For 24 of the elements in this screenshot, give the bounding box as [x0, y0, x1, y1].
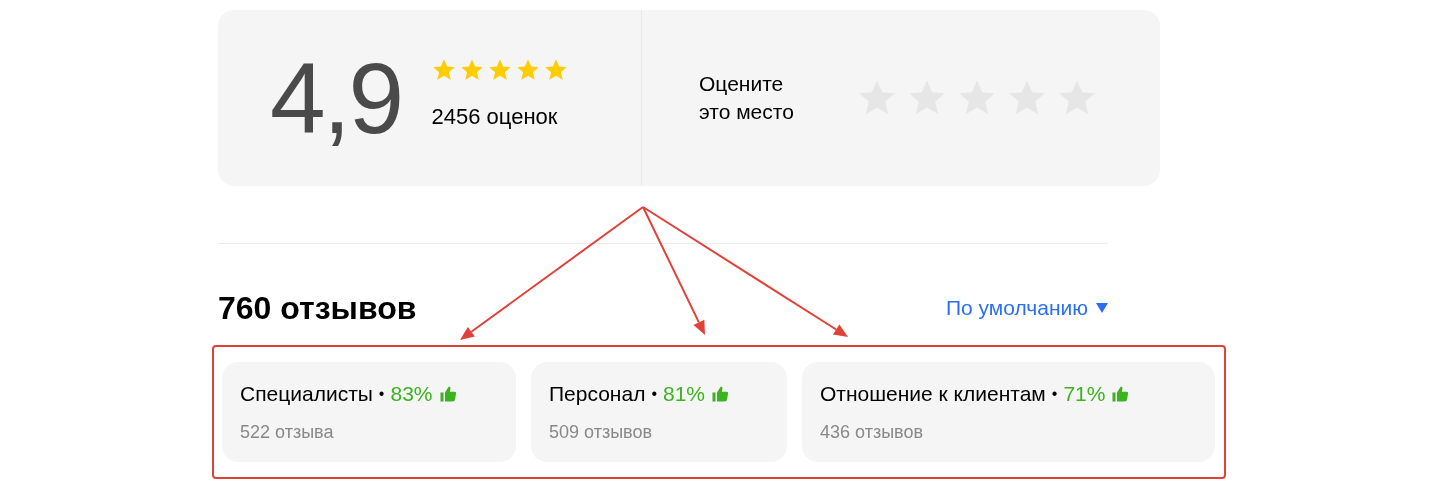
reviews-title: 760 отзывов: [218, 289, 417, 328]
thumbs-up-icon: [711, 384, 730, 403]
rate-prompt: Оцените это место: [699, 71, 795, 125]
aspect-chip[interactable]: Отношение к клиентам • 71% 436 отзывов: [802, 362, 1215, 462]
thumbs-up-icon: [1111, 384, 1130, 403]
separator-dot: •: [651, 383, 657, 404]
aspect-percent: 71%: [1063, 380, 1106, 407]
aspect-review-count: 509 отзывов: [549, 421, 654, 445]
rating-count: 2456 оценок: [431, 102, 559, 131]
aspect-name: Отношение к клиентам: [820, 380, 1046, 407]
caret-icon: [1096, 303, 1108, 313]
aspect-name: Специалисты: [240, 380, 373, 407]
aspect-chip[interactable]: Специалисты • 83% 522 отзыва: [222, 362, 516, 462]
aspect-review-count: 436 отзывов: [820, 421, 925, 445]
thumbs-up-icon: [438, 384, 457, 403]
aspect-name: Персонал: [549, 380, 646, 407]
aspect-chip[interactable]: Персонал • 81% 509 отзывов: [531, 362, 787, 462]
aspect-percent: 81%: [663, 380, 706, 407]
rating-score: 4,9: [270, 48, 402, 148]
aspect-percent: 83%: [390, 380, 433, 407]
separator-dot: •: [1051, 383, 1058, 404]
aspect-review-count: 522 отзыва: [240, 421, 335, 445]
separator-dot: •: [378, 383, 385, 404]
sort-dropdown[interactable]: По умолчанию: [945, 292, 1108, 324]
